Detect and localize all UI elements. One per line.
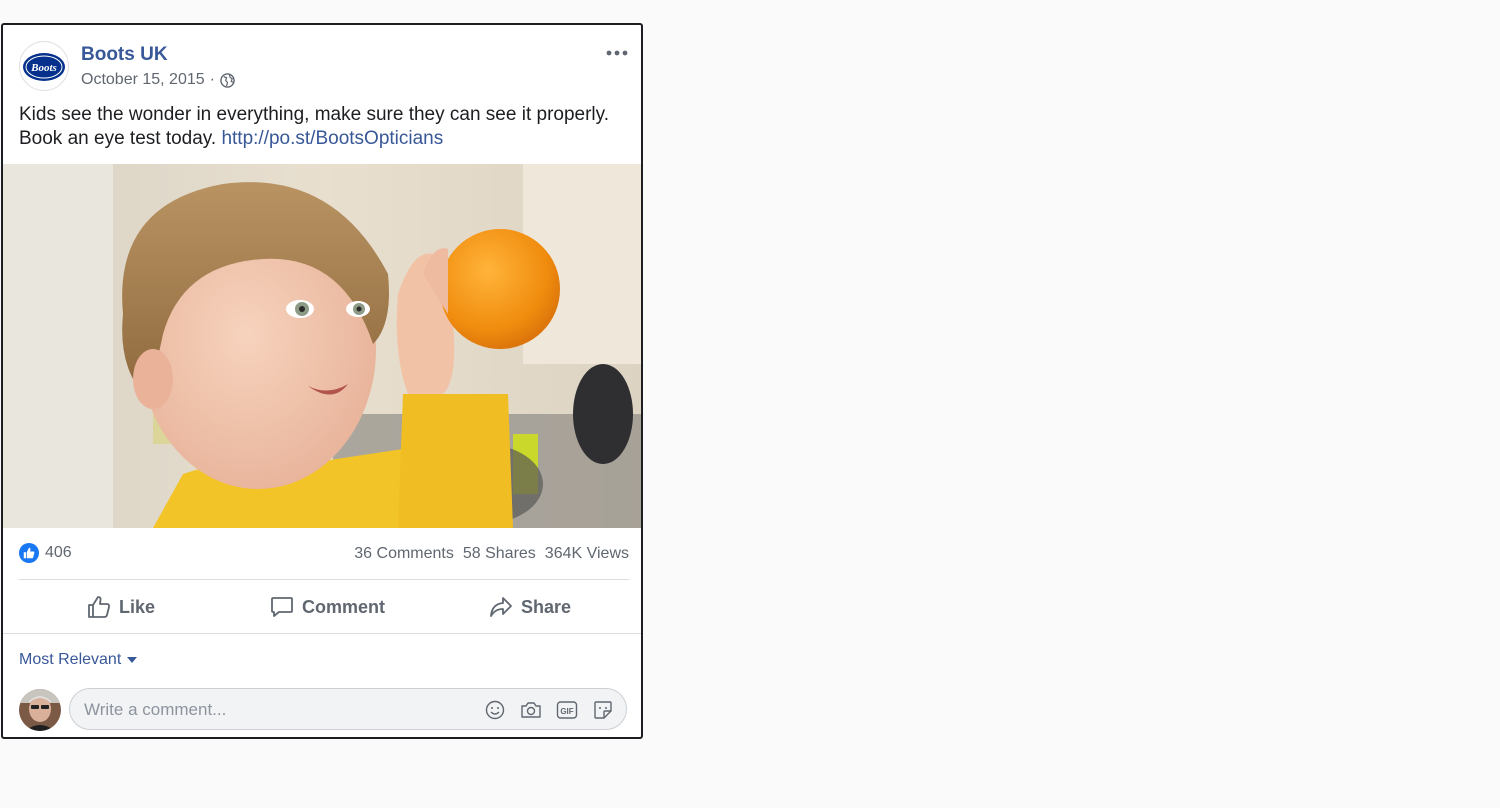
emoji-icon[interactable]: [484, 699, 506, 721]
post-text-cta: Book an eye test today.: [19, 128, 217, 149]
reactions-count[interactable]: 406: [19, 543, 72, 563]
sticker-icon[interactable]: [592, 699, 614, 721]
page-name-link[interactable]: Boots UK: [81, 44, 168, 66]
gif-icon[interactable]: GIF: [556, 699, 578, 721]
comment-label: Comment: [302, 596, 386, 617]
user-avatar[interactable]: [19, 689, 61, 731]
comment-sort-label: Most Relevant: [19, 651, 122, 668]
comment-tools: GIF: [484, 699, 614, 721]
action-bar: Like Comment Share: [3, 581, 641, 633]
comment-icon: [271, 597, 293, 617]
thumbs-up-icon: [88, 596, 110, 618]
camera-icon[interactable]: [520, 699, 542, 721]
comment-box: GIF: [69, 688, 627, 731]
post-header: Boots Boots UK October 15, 2015 ·: [19, 41, 629, 93]
like-badge-icon: [19, 543, 39, 563]
post-text: Kids see the wonder in everything, make …: [19, 103, 629, 151]
facebook-post-card: Boots Boots UK October 15, 2015 · Kids s…: [1, 23, 643, 739]
stats-divider: [19, 579, 629, 580]
views-count: 364K Views: [544, 545, 629, 562]
comment-composer: GIF: [19, 688, 629, 732]
boots-logo: Boots: [23, 53, 65, 81]
like-button[interactable]: Like: [87, 581, 155, 633]
caret-down-icon: [127, 657, 138, 663]
meta-separator: ·: [209, 71, 215, 88]
engagement-counts: 36 Comments 58 Shares 364K Views: [354, 545, 629, 563]
likes-count: 406: [45, 544, 72, 561]
comment-button[interactable]: Comment: [270, 581, 385, 633]
comment-sort-dropdown[interactable]: Most Relevant: [19, 651, 138, 669]
more-options-icon[interactable]: [603, 43, 631, 63]
share-label: Share: [521, 596, 572, 617]
shares-count[interactable]: 58 Shares: [463, 545, 536, 563]
post-photo[interactable]: [3, 164, 641, 528]
share-button[interactable]: Share: [489, 581, 571, 633]
post-stats: 406 36 Comments 58 Shares 364K Views: [19, 541, 629, 567]
post-text-line-2: Book an eye test today. http://po.st/Boo…: [19, 127, 629, 151]
post-meta: October 15, 2015 ·: [81, 71, 235, 89]
page-avatar[interactable]: Boots: [19, 41, 69, 91]
share-icon: [490, 597, 512, 617]
globe-icon[interactable]: [220, 72, 235, 88]
svg-text:GIF: GIF: [560, 707, 573, 716]
comment-input[interactable]: [82, 689, 466, 731]
actions-divider: [3, 633, 641, 634]
like-label: Like: [119, 596, 156, 617]
comments-count[interactable]: 36 Comments: [354, 545, 454, 563]
post-link[interactable]: http://po.st/BootsOpticians: [221, 128, 443, 149]
post-date[interactable]: October 15, 2015: [81, 71, 205, 89]
svg-text:Boots: Boots: [30, 62, 57, 74]
post-text-line-1: Kids see the wonder in everything, make …: [19, 104, 610, 125]
boy-with-orange-image: [3, 164, 641, 528]
